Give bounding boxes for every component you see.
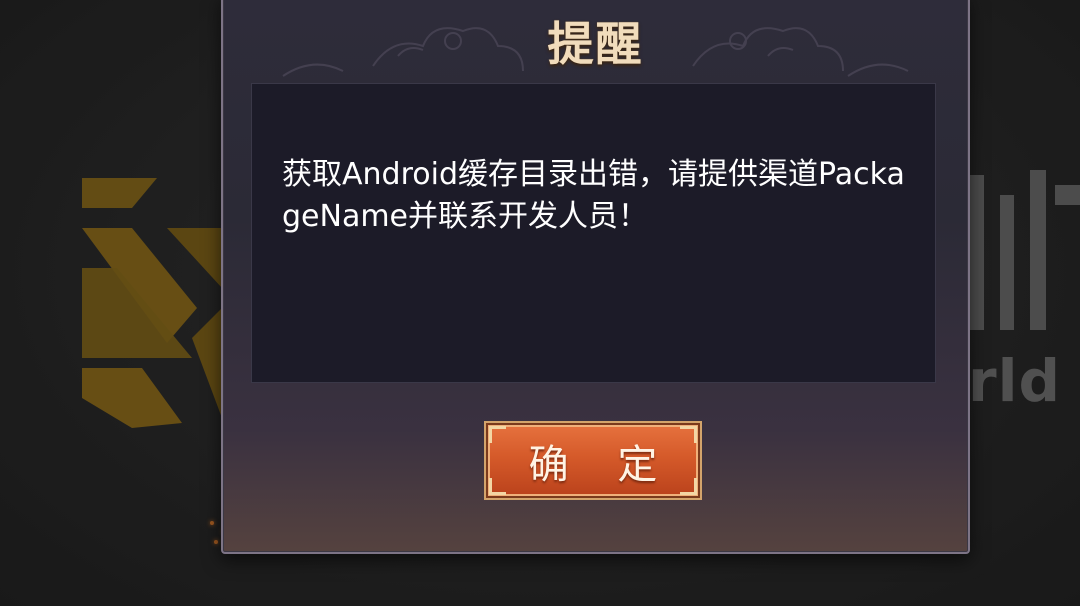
message-panel: 获取Android缓存目录出错，请提供渠道PackageName并联系开发人员！ bbox=[251, 83, 936, 383]
game-screen: rld 提醒 获取Android缓存目录出错，请提供渠道PackageName并… bbox=[0, 0, 1080, 606]
dialog-title: 提醒 bbox=[547, 17, 644, 71]
confirm-button[interactable]: 确 定 bbox=[484, 421, 702, 500]
confirm-button-label: 确 定 bbox=[528, 441, 676, 488]
alert-dialog: 提醒 获取Android缓存目录出错，请提供渠道PackageName并联系开发… bbox=[221, 0, 970, 554]
error-message: 获取Android缓存目录出错，请提供渠道PackageName并联系开发人员！ bbox=[282, 157, 905, 234]
